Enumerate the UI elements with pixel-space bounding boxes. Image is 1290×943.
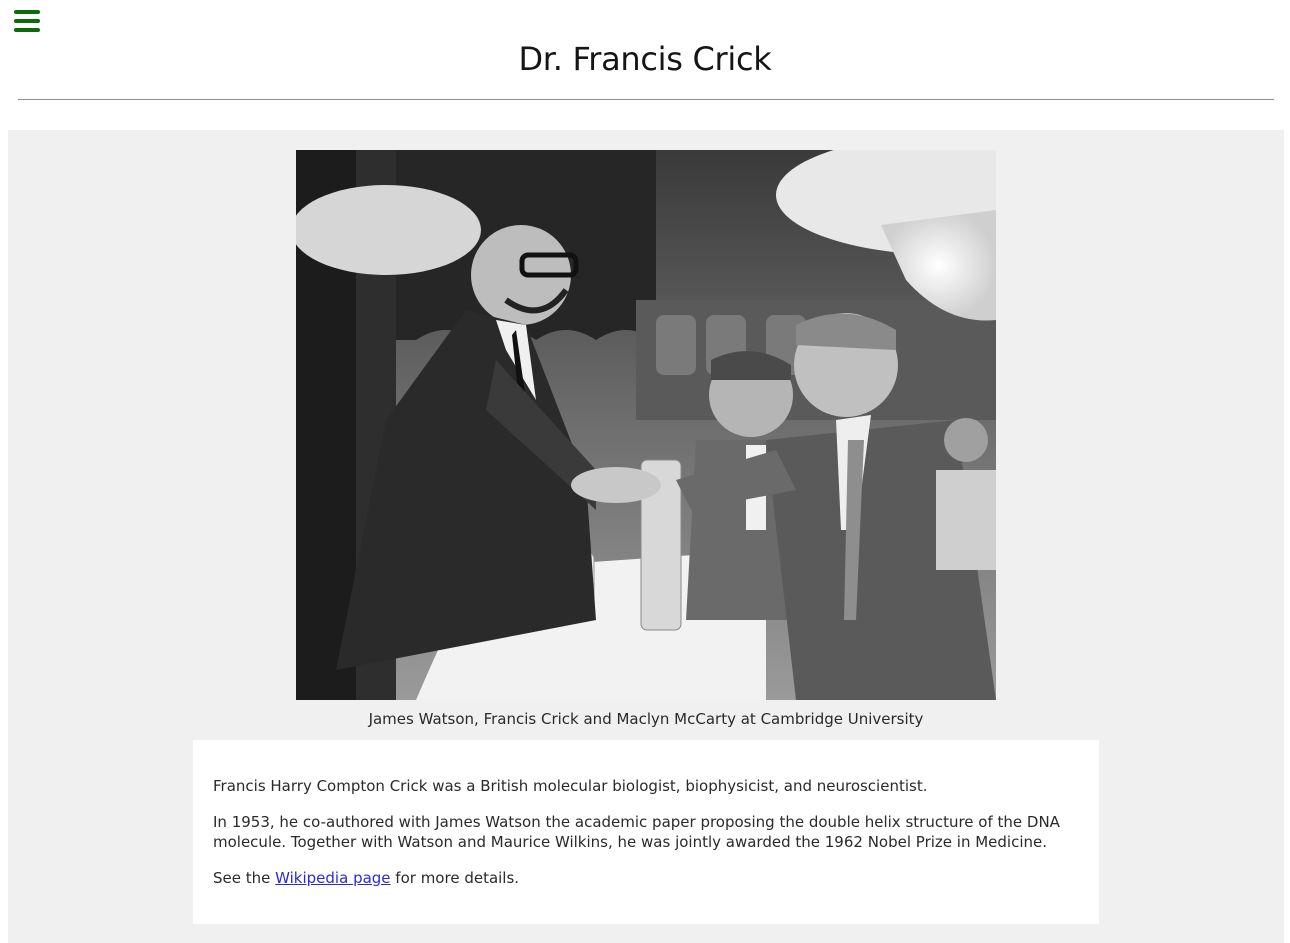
bio-card: Francis Harry Compton Crick was a Britis…: [193, 740, 1099, 924]
title-divider: [18, 99, 1274, 100]
bio-paragraph-3: See the Wikipedia page for more details.: [213, 868, 1079, 888]
photo-figure: [296, 150, 996, 700]
photo-caption: James Watson, Francis Crick and Maclyn M…: [368, 710, 924, 728]
bio-paragraph-3-suffix: for more details.: [390, 869, 520, 887]
bio-paragraph-3-prefix: See the: [213, 869, 276, 887]
bio-paragraph-1: Francis Harry Compton Crick was a Britis…: [213, 777, 928, 795]
page-title: Dr. Francis Crick: [518, 40, 772, 78]
bio-paragraph-2: In 1953, he co-authored with James Watso…: [213, 813, 1060, 851]
wikipedia-link[interactable]: Wikipedia page: [275, 869, 390, 887]
hamburger-menu-icon[interactable]: [14, 10, 40, 32]
content-panel: James Watson, Francis Crick and Maclyn M…: [8, 130, 1284, 943]
black-and-white-photo: [296, 150, 996, 700]
